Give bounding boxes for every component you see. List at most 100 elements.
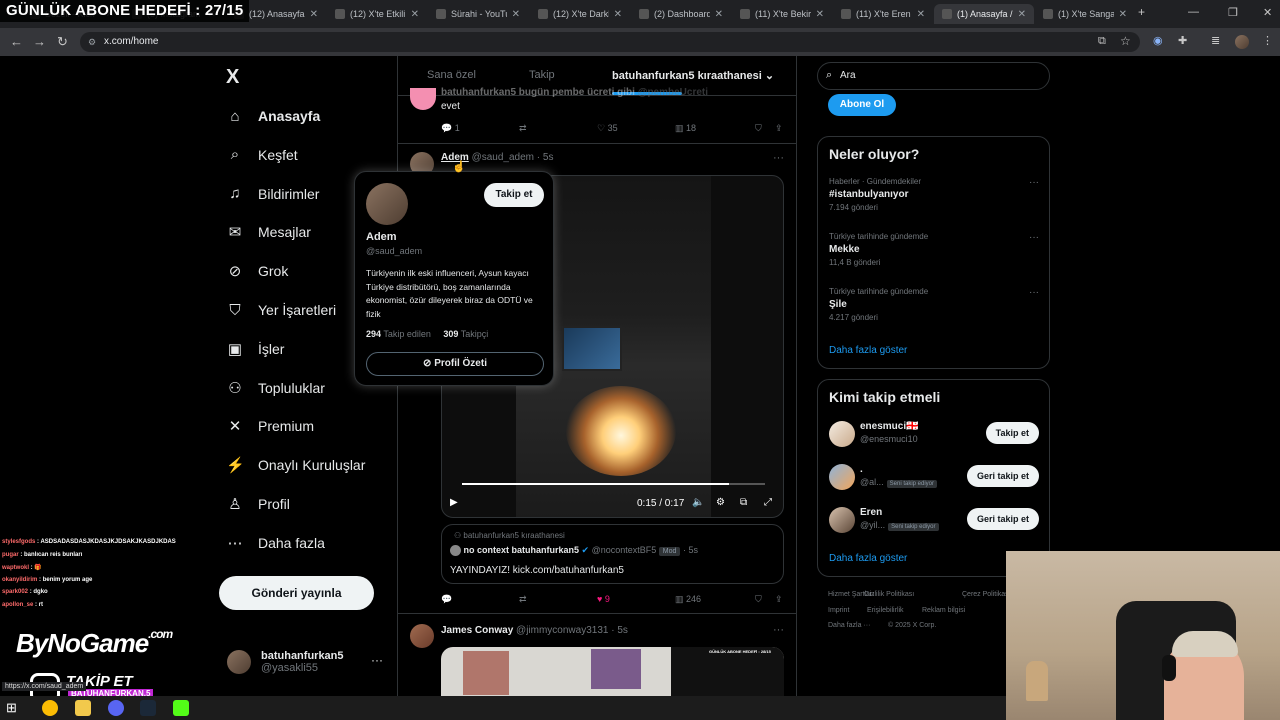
sidebar-item-bookmark[interactable]: ⛉ Yer İşaretleri	[226, 298, 336, 322]
forward-arrow-icon[interactable]: →	[33, 34, 46, 49]
sidebar-item-communities[interactable]: ⚇ Topluluklar	[226, 376, 325, 400]
footer-link[interactable]: Imprint	[828, 607, 849, 614]
discord-taskbar-icon[interactable]	[108, 700, 124, 716]
play-icon[interactable]: ▶	[450, 497, 458, 508]
post-button[interactable]: Gönderi yayınla	[219, 576, 374, 610]
share-icon[interactable]: ⇪	[775, 594, 783, 605]
footer-link[interactable]: Daha fazla ···	[828, 622, 870, 629]
footer-link[interactable]: Reklam bilgisi	[922, 607, 965, 614]
video-progress-bar[interactable]	[462, 483, 765, 485]
follow-button[interactable]: Takip et	[484, 183, 544, 207]
tab-community[interactable]: batuhanfurkan5 kıraathanesi ⌄	[612, 69, 774, 82]
repost-icon[interactable]: ⇄	[519, 123, 597, 134]
bookmark-icon[interactable]: ⛉	[755, 123, 775, 134]
browser-menu-icon[interactable]: ⋮	[1262, 34, 1273, 47]
suggested-avatar[interactable]	[829, 421, 855, 447]
search-input[interactable]: Ara	[817, 62, 1050, 90]
suggested-avatar[interactable]	[829, 464, 855, 490]
tab-close-icon[interactable]: ✕	[917, 9, 925, 20]
chrome-taskbar-icon[interactable]	[42, 700, 58, 716]
site-info-icon[interactable]: ⚙	[88, 37, 96, 48]
extension-icon[interactable]: ◉	[1153, 34, 1163, 47]
pip-icon[interactable]: ⧉	[740, 497, 747, 508]
views-button[interactable]: ▥ 246	[675, 594, 755, 605]
following-label[interactable]: Takip edilen	[383, 329, 431, 339]
browser-tab[interactable]: (12) X'te Darkli ✕	[530, 4, 630, 24]
browser-tab[interactable]: (1) Anasayfa / X ✕	[934, 4, 1034, 24]
back-arrow-icon[interactable]: ←	[10, 34, 23, 49]
who-to-follow-item[interactable]: . @al... Seni takip ediyor Geri takip et	[829, 461, 1039, 491]
sidebar-item-home[interactable]: ⌂ Anasayfa	[226, 104, 320, 128]
trends-show-more[interactable]: Daha fazla göster	[829, 345, 907, 356]
popup-name[interactable]: Adem	[366, 231, 397, 243]
suggested-follow-button[interactable]: Geri takip et	[966, 508, 1039, 530]
kick-taskbar-icon[interactable]	[173, 700, 189, 716]
bookmark-icon[interactable]: ⛉	[755, 594, 775, 605]
fullscreen-icon[interactable]: ⤢	[764, 497, 772, 508]
tweet-author-name[interactable]: James Conway	[441, 625, 513, 636]
tab-close-icon[interactable]: ✕	[816, 9, 824, 20]
suggested-follow-button[interactable]: Takip et	[985, 422, 1039, 444]
sidebar-item-more-circle[interactable]: ⋯ Daha fazla	[226, 531, 325, 555]
footer-link[interactable]: Gizlilik Politikası	[864, 591, 914, 598]
browser-tab[interactable]: (11) X'te Bekir ✕	[732, 4, 832, 24]
more-icon[interactable]: ···	[773, 624, 784, 636]
browser-tab[interactable]: (2) Dashboard ✕	[631, 4, 731, 24]
who-to-follow-item[interactable]: enesmuci🇬🇪 @enesmuci10 Takip et	[829, 418, 1039, 448]
followers-label[interactable]: Takipçi	[461, 329, 489, 339]
suggested-name[interactable]: Eren	[860, 507, 882, 518]
settings-icon[interactable]: ⚙	[716, 497, 725, 508]
profile-summary-button[interactable]: ⊘ Profil Özeti	[366, 352, 544, 376]
wtf-show-more[interactable]: Daha fazla göster	[829, 553, 907, 564]
popup-avatar[interactable]	[366, 183, 408, 225]
tweet-avatar[interactable]	[410, 88, 436, 110]
footer-link[interactable]: Erişilebilirlik	[867, 607, 904, 614]
suggested-name[interactable]: .	[860, 464, 863, 475]
volume-icon[interactable]: 🔈	[692, 497, 704, 508]
sidebar-item-mail[interactable]: ✉ Mesajlar	[226, 220, 311, 244]
trend-more-icon[interactable]: ···	[1029, 232, 1039, 243]
sidebar-item-bell[interactable]: ♫ Bildirimler	[226, 182, 319, 206]
tab-close-icon[interactable]: ✕	[310, 9, 318, 20]
sidebar-item-search[interactable]: ⌕ Keşfet	[226, 143, 298, 167]
windows-start-icon[interactable]: ⊞	[6, 700, 17, 716]
tab-close-icon[interactable]: ✕	[512, 9, 520, 20]
tweet-avatar[interactable]	[410, 624, 434, 648]
tweet-time[interactable]: 5s	[543, 152, 554, 163]
tweet-author-handle[interactable]: @jimmyconway3131	[516, 625, 608, 636]
tweet-author-name[interactable]: batuhanfurkan5 bugün pembe ücreti gibi @…	[441, 87, 708, 98]
tab-for-you[interactable]: Sana özel	[427, 69, 476, 81]
trend-item[interactable]: Türkiye tarihinde gündemde Mekke 11,4 B gö…	[829, 232, 1039, 267]
browser-tab[interactable]: (12) X'te Etkili ✕	[327, 4, 427, 24]
tab-close-icon[interactable]: ✕	[614, 9, 622, 20]
browser-tab[interactable]: (1) X'te Sangal ✕	[1035, 4, 1135, 24]
subscribe-button[interactable]: Abone Ol	[828, 94, 896, 116]
reply-button[interactable]: 💬 1	[441, 123, 519, 134]
sidebar-item-x-premium[interactable]: ✕ Premium	[226, 414, 314, 438]
trend-more-icon[interactable]: ···	[1029, 287, 1039, 298]
sidebar-item-profile[interactable]: ♙ Profil	[226, 492, 290, 516]
followers-count[interactable]: 309	[443, 329, 458, 339]
reply-icon[interactable]: 💬	[441, 594, 519, 605]
browser-profile-avatar[interactable]	[1235, 35, 1249, 49]
views-button[interactable]: ▥ 18	[675, 123, 755, 134]
sidebar-item-lightning[interactable]: ⚡ Onaylı Kuruluşlar	[226, 453, 365, 477]
like-button[interactable]: ♥ 9	[597, 594, 675, 605]
puzzle-icon[interactable]: ✚	[1178, 34, 1187, 47]
like-button[interactable]: ♡ 35	[597, 123, 675, 134]
tab-close-icon[interactable]: ✕	[1119, 9, 1127, 20]
popup-handle[interactable]: @saud_adem	[366, 246, 422, 256]
bookmark-star-icon[interactable]: ☆	[1120, 34, 1131, 48]
more-icon[interactable]: ···	[773, 152, 784, 164]
account-switcher[interactable]: batuhanfurkan5 @yasakli55	[227, 650, 344, 674]
quoted-tweet[interactable]: ⚇ batuhanfurkan5 kıraathanesi no context…	[441, 524, 784, 584]
x-logo[interactable]: X	[226, 66, 239, 89]
install-app-icon[interactable]: ⧉	[1098, 35, 1106, 48]
footer-link[interactable]: Çerez Politikası	[962, 591, 1011, 598]
sidebar-item-briefcase[interactable]: ▣ İşler	[226, 337, 285, 361]
tab-close-icon[interactable]: ✕	[411, 9, 419, 20]
account-more-icon[interactable]: ···	[371, 653, 383, 667]
trend-item[interactable]: Türkiye tarihinde gündemde Şile 4.217 gönd…	[829, 287, 1039, 322]
tab-close-icon[interactable]: ✕	[715, 9, 723, 20]
browser-tab[interactable]: (11) X'te Eren ✕	[833, 4, 933, 24]
